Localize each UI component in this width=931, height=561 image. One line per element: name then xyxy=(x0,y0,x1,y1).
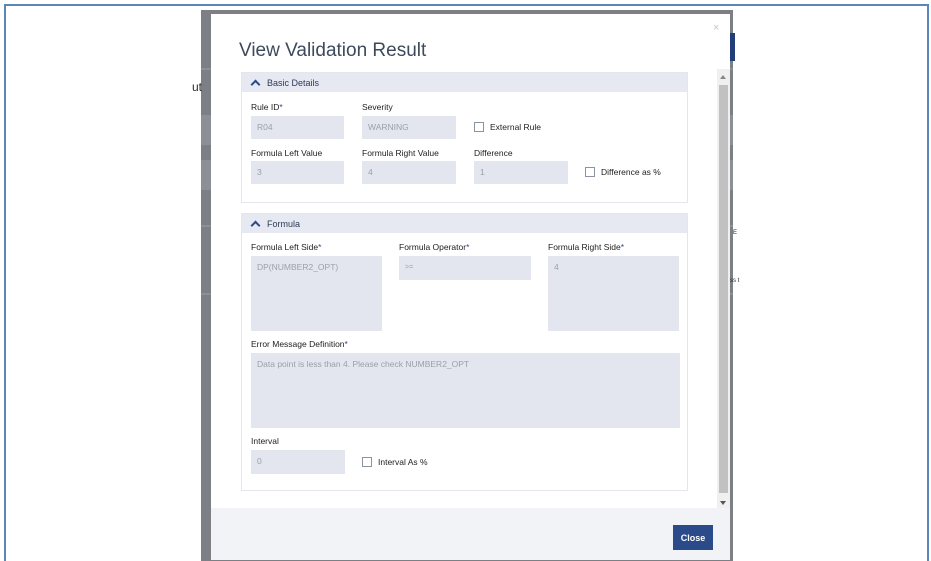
checkbox-box[interactable] xyxy=(585,167,595,177)
formula-operator-label: Formula Operator* xyxy=(399,242,470,252)
formula-left-side-label: Formula Left Side* xyxy=(251,242,322,252)
checkbox-box[interactable] xyxy=(474,122,484,132)
formula-right-value-field[interactable]: 4 xyxy=(362,161,456,184)
formula-operator-field[interactable]: >= xyxy=(399,256,531,280)
modal-scrollbar[interactable] xyxy=(717,69,730,511)
close-button[interactable]: Close xyxy=(673,525,713,550)
background-text-fragment: E xyxy=(733,230,738,236)
difference-pct-checkbox[interactable]: Difference as % xyxy=(585,167,661,177)
modal-title: View Validation Result xyxy=(239,40,427,61)
error-message-label: Error Message Definition* xyxy=(251,339,348,349)
basic-details-header[interactable]: Basic Details xyxy=(242,73,687,92)
scrollbar-thumb[interactable] xyxy=(719,85,728,493)
chevron-up-icon xyxy=(250,79,261,90)
modal-footer: Close xyxy=(211,508,730,560)
severity-label: Severity xyxy=(362,102,393,112)
interval-pct-label: Interval As % xyxy=(378,457,428,467)
section-title: Basic Details xyxy=(267,77,320,88)
external-rule-checkbox[interactable]: External Rule xyxy=(474,122,541,132)
external-rule-label: External Rule xyxy=(490,122,542,132)
difference-field[interactable]: 1 xyxy=(474,161,568,184)
interval-pct-checkbox[interactable]: Interval As % xyxy=(362,457,428,467)
formula-right-value-label: Formula Right Value xyxy=(362,148,439,158)
interval-label: Interval xyxy=(251,436,279,446)
validation-result-modal: × View Validation Result Basic Details R… xyxy=(211,14,730,560)
interval-field[interactable]: 0 xyxy=(251,450,345,474)
severity-field[interactable]: WARNING xyxy=(362,116,456,139)
scroll-down-arrow-icon[interactable] xyxy=(720,501,726,505)
chevron-up-icon xyxy=(250,220,261,231)
formula-section: Formula Formula Left Side* DP(NUMBER2_OP… xyxy=(241,213,688,491)
formula-header[interactable]: Formula xyxy=(242,214,687,233)
formula-right-side-field[interactable]: 4 xyxy=(548,256,679,331)
modal-scroll-area[interactable]: Basic Details Rule ID* R04 Severity WARN… xyxy=(211,72,730,508)
formula-right-side-label: Formula Right Side* xyxy=(548,242,625,252)
close-icon[interactable]: × xyxy=(713,22,719,34)
rule-id-label: Rule ID* xyxy=(251,102,283,112)
error-message-field[interactable]: Data point is less than 4. Please check … xyxy=(251,353,680,428)
background-text-fragment: ss t xyxy=(730,278,740,284)
formula-left-side-field[interactable]: DP(NUMBER2_OPT) xyxy=(251,256,382,331)
formula-left-value-label: Formula Left Value xyxy=(251,148,323,158)
section-title: Formula xyxy=(267,218,301,229)
basic-details-section: Basic Details Rule ID* R04 Severity WARN… xyxy=(241,72,688,203)
formula-left-value-field[interactable]: 3 xyxy=(251,161,344,184)
checkbox-box[interactable] xyxy=(362,457,372,467)
difference-pct-label: Difference as % xyxy=(601,167,661,177)
background-text-fragment: ut xyxy=(192,80,203,94)
rule-id-field[interactable]: R04 xyxy=(251,116,344,139)
scroll-up-arrow-icon[interactable] xyxy=(720,75,726,79)
difference-label: Difference xyxy=(474,148,513,158)
